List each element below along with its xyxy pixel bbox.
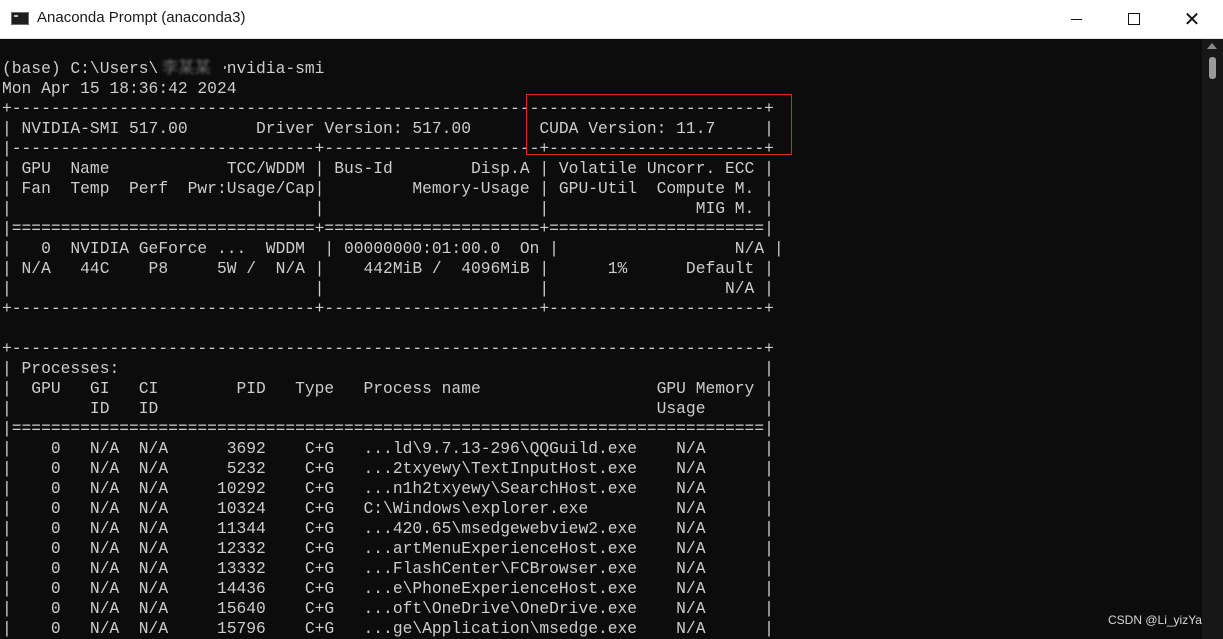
terminal-line: | 0 N/A N/A 14436 C+G ...e\PhoneExperien… — [2, 579, 774, 598]
terminal-line: | 0 N/A N/A 5232 C+G ...2txyewy\TextInpu… — [2, 459, 774, 478]
vertical-scrollbar[interactable] — [1202, 39, 1223, 639]
terminal-line: | Processes: | — [2, 359, 774, 378]
terminal-line: | GPU GI CI PID Type Process name GPU Me… — [2, 379, 774, 398]
terminal-line: | 0 N/A N/A 11344 C+G ...420.65\msedgewe… — [2, 519, 774, 538]
terminal-line: |=======================================… — [2, 419, 774, 438]
obscured-username: 李某某 — [162, 60, 224, 78]
terminal-line: |===============================+=======… — [2, 219, 774, 238]
watermark: CSDN @Li_yizYa — [1108, 613, 1202, 627]
terminal-line: | | | MIG M. | — [2, 199, 774, 218]
terminal-line: | GPU Name TCC/WDDM | Bus-Id Disp.A | Vo… — [2, 159, 774, 178]
minimize-button[interactable] — [1047, 0, 1105, 38]
window-title: Anaconda Prompt (anaconda3) — [37, 9, 246, 26]
title-bar: Anaconda Prompt (anaconda3) ✕ — [0, 0, 1223, 39]
obscured-username-text: 李某某 — [162, 59, 211, 78]
terminal-line: +-------------------------------+-------… — [2, 299, 774, 318]
close-icon: ✕ — [1183, 7, 1201, 31]
terminal-line: | 0 N/A N/A 12332 C+G ...artMenuExperien… — [2, 539, 774, 558]
terminal-line: | 0 N/A N/A 13332 C+G ...FlashCenter\FCB… — [2, 559, 774, 578]
terminal-icon — [11, 12, 29, 25]
terminal-line: | 0 N/A N/A 15640 C+G ...oft\OneDrive\On… — [2, 599, 774, 618]
terminal-line: | 0 N/A N/A 10292 C+G ...n1h2txyewy\Sear… — [2, 479, 774, 498]
maximize-button[interactable] — [1105, 0, 1163, 38]
terminal-line: | 0 NVIDIA GeForce ... WDDM | 00000000:0… — [2, 239, 784, 258]
terminal-line: | N/A 44C P8 5W / N/A | 442MiB / 4096MiB… — [2, 259, 774, 278]
terminal-line: +---------------------------------------… — [2, 339, 774, 358]
terminal-line: | | | N/A | — [2, 279, 774, 298]
maximize-icon — [1128, 13, 1140, 25]
terminal-line: | Fan Temp Perf Pwr:Usage/Cap| Memory-Us… — [2, 179, 774, 198]
close-button[interactable]: ✕ — [1163, 0, 1221, 38]
cuda-version-highlight — [526, 94, 792, 155]
terminal-line: (base) C:\Users\ >nvidia-smi — [2, 59, 325, 78]
console-output[interactable]: (base) C:\Users\ >nvidia-smi Mon Apr 15 1… — [0, 39, 1202, 639]
terminal-line: | 0 N/A N/A 10324 C+G C:\Windows\explore… — [2, 499, 774, 518]
minimize-icon — [1070, 18, 1082, 20]
terminal-line: | 0 N/A N/A 3692 C+G ...ld\9.7.13-296\QQ… — [2, 439, 774, 458]
terminal-line: | ID ID Usage | — [2, 399, 774, 418]
terminal-line: | 0 N/A N/A 15796 C+G ...ge\Application\… — [2, 619, 774, 638]
scroll-thumb[interactable] — [1209, 57, 1216, 79]
scroll-up-arrow-icon[interactable] — [1207, 43, 1217, 49]
